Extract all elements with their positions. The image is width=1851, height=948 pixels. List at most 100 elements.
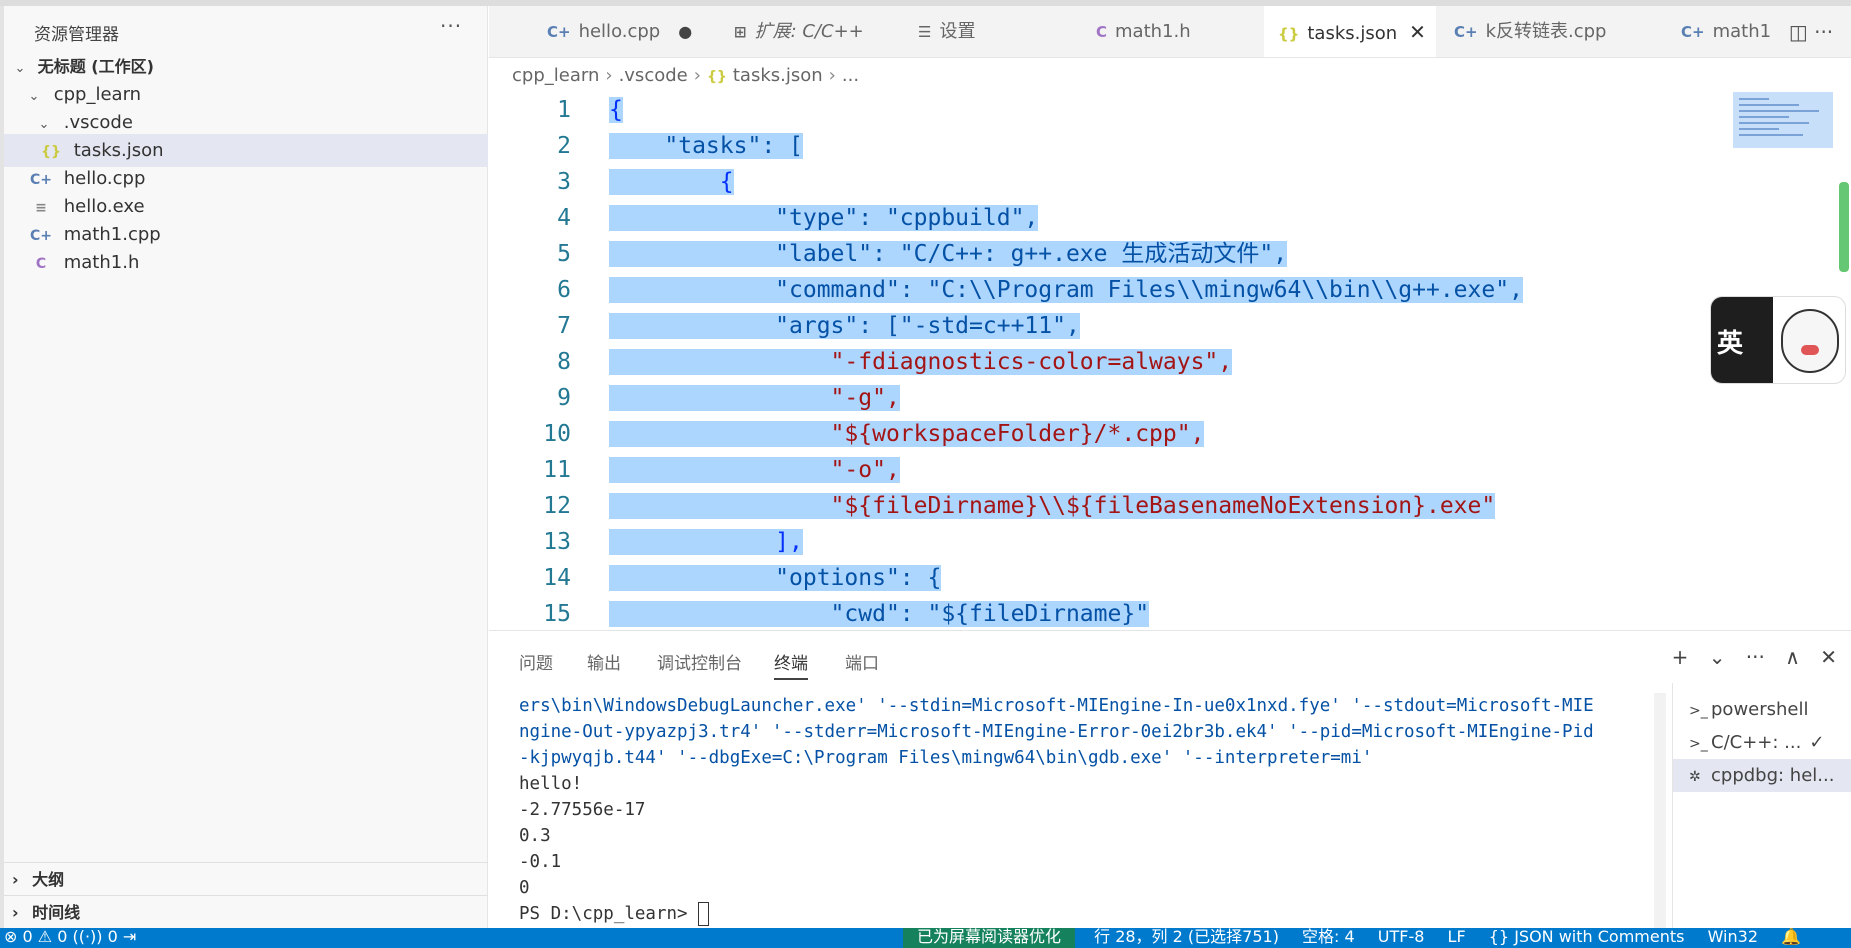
terminal-list: >_ powershell >_ C/C++: ... ✓ ✲ cppdbg: hel.… [1672,683,1851,929]
terminal-output[interactable]: ers\bin\WindowsDebugLauncher.exe' '--std… [519,693,1634,927]
breadcrumb-item[interactable]: tasks.json [733,65,823,86]
code-editor[interactable]: 1 2 3 4 5 6 7 8 9 10 11 12 13 14 15 { "t… [489,92,1851,630]
tab-debug-console[interactable]: 调试控制台 [657,649,742,674]
terminal-line: ers\bin\WindowsDebugLauncher.exe' '--std… [519,696,1594,716]
status-right: 已为屏幕阅读器优化 行 28，列 2 (已选择751) 空格: 4 UTF-8 … [903,928,1819,948]
code-text: { [609,169,734,195]
tab-terminal[interactable]: 终端 [774,649,808,680]
minimap-line [1739,104,1799,106]
terminal-cursor [698,902,710,926]
code-text: ], [609,529,803,555]
tab-ports[interactable]: 端口 [845,649,879,674]
platform-status[interactable]: Win32 [1708,928,1758,948]
encoding-status[interactable]: UTF-8 [1378,928,1425,948]
minimap-line [1739,128,1779,130]
code-line: ], [609,524,803,560]
code-line: "label": "C/C++: g++.exe 生成活动文件", [609,236,1288,272]
outline-section[interactable]: › 大纲 [4,862,488,895]
chevron-right-icon: › [693,65,701,86]
line-number: 4 [557,205,571,231]
cursor-position[interactable]: 行 28，列 2 (已选择751) [1094,928,1279,948]
tab-label: math1 [1712,21,1772,42]
terminal-item-label: powershell [1711,699,1809,720]
check-icon: ✓ [1809,732,1825,753]
tab-output[interactable]: 输出 [587,649,621,674]
file-label: tasks.json [73,140,164,161]
terminal-item-cpp-task[interactable]: >_ C/C++: ... ✓ [1673,726,1851,759]
code-line: "options": { [609,560,942,596]
terminal-line: 0 [519,878,530,898]
line-number: 13 [543,529,571,555]
terminal-line: hello! [519,774,583,794]
terminal-prompt-line[interactable]: PS D:\cpp_learn> [519,901,1634,927]
line-number: 6 [557,277,571,303]
tab-problems[interactable]: 问题 [519,649,553,674]
breadcrumb: cpp_learn › .vscode ›{} tasks.json ›... [512,60,859,92]
chevron-right-icon: › [12,903,19,922]
tab-k-list-cpp[interactable]: C+ k反转链表.cpp [1436,6,1636,57]
timeline-label: 时间线 [32,903,81,922]
tab-label: hello.cpp [578,21,661,42]
terminal-scrollbar[interactable] [1654,693,1666,929]
code-line: "args": ["-std=c++11", [609,308,1080,344]
modified-dot-icon[interactable]: ● [678,22,692,41]
editor-scrollbar[interactable] [1839,182,1849,272]
tab-settings[interactable]: ☰ 设置 [902,6,1052,57]
line-number: 10 [543,421,571,447]
tab-extension-cpp[interactable]: ⊞ 扩展: C/C++ [722,6,902,57]
terminal-prompt: PS D:\cpp_learn> [519,904,699,924]
timeline-section[interactable]: › 时间线 [4,895,488,928]
terminal-line: ngine-Out-ypyazpj3.tr4' '--stderr=Micros… [519,722,1594,742]
outline-label: 大纲 [32,870,65,889]
line-number: 7 [557,313,571,339]
eol-status[interactable]: LF [1448,928,1466,948]
terminal-icon: >_ [1689,703,1708,719]
tab-hello-cpp[interactable]: C+ hello.cpp ● [547,6,722,57]
status-problems[interactable]: ⊗ 0 ⚠ 0 ((·)) 0 ⇥ [4,928,136,948]
line-number: 2 [557,133,571,159]
line-number: 11 [543,457,571,483]
line-number: 1 [557,97,571,123]
explorer-more-button[interactable]: ··· [440,14,462,38]
bell-icon[interactable]: 🔔 [1781,928,1801,948]
tab-label: 设置 [939,21,976,42]
code-text: "-fdiagnostics-color=always", [609,349,1233,375]
indentation-status[interactable]: 空格: 4 [1302,928,1355,948]
breadcrumb-item[interactable]: cpp_learn [512,65,599,86]
c-header-icon: C [35,256,47,272]
tab-tasks-json[interactable]: {} tasks.json ✕ [1264,6,1436,57]
code-line: "cwd": "${fileDirname}" [609,596,1150,630]
screen-reader-status[interactable]: 已为屏幕阅读器优化 [903,928,1076,948]
code-line: "${workspaceFolder}/*.cpp", [609,416,1205,452]
minimap[interactable] [1733,92,1833,148]
breadcrumb-item[interactable]: ... [842,65,859,86]
cpp-file-icon: C+ [1454,23,1478,41]
tab-math1-h[interactable]: Cmath1.h [1052,6,1222,57]
terminal-item-cppdbg[interactable]: ✲ cppdbg: hel... [1673,759,1851,792]
code-text: "args": ["-std=c++11", [609,313,1080,339]
line-number: 3 [557,169,571,195]
line-number-gutter: 1 2 3 4 5 6 7 8 9 10 11 12 13 14 15 [489,92,609,630]
extensions-icon: ⊞ [734,23,747,41]
terminal-item-powershell[interactable]: >_ powershell [1673,693,1851,726]
panel-actions[interactable]: + ⌄ ··· ∧ ✕ [1672,645,1837,669]
ime-floating-widget[interactable]: 英 [1710,296,1846,384]
close-icon[interactable]: ✕ [1409,20,1426,44]
code-line: "-o", [609,452,900,488]
ime-language-label: 英 [1717,329,1744,359]
code-line: "${fileDirname}\\${fileBasenameNoExtensi… [609,488,1496,524]
minimap-line [1739,134,1803,136]
editor-actions[interactable]: ◫ ··· [1771,6,1851,57]
breadcrumb-item[interactable]: .vscode [619,65,688,86]
explorer-title: 资源管理器 [34,25,119,45]
code-text: "command": "C:\\Program Files\\mingw64\\… [609,277,1523,303]
tab-label: math1.h [1115,21,1191,42]
language-mode[interactable]: {} JSON with Comments [1489,928,1685,948]
subfolder-label: .vscode [63,112,133,133]
code-line: "-g", [609,380,900,416]
file-math1-h[interactable]: C math1.h [4,246,488,279]
code-line: "tasks": [ [609,128,803,164]
tab-math1-cpp[interactable]: C+ math1 [1679,6,1779,57]
code-text: { [609,97,623,123]
line-number: 15 [543,601,571,627]
